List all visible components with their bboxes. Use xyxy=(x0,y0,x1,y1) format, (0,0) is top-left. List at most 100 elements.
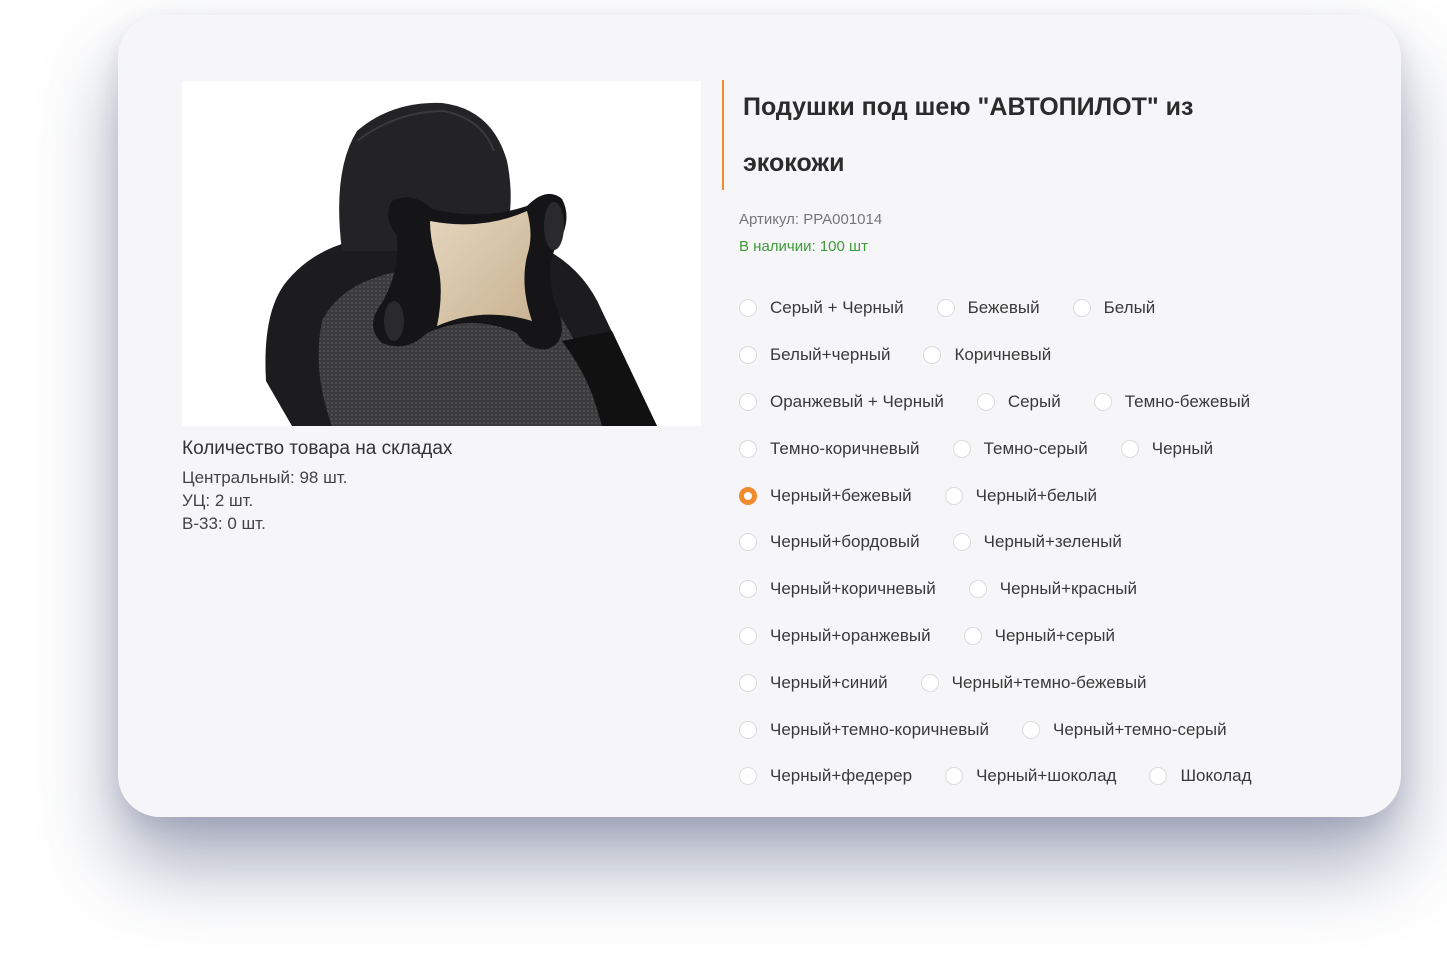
color-option[interactable]: Бежевый xyxy=(936,298,1040,318)
color-radio[interactable] xyxy=(963,626,982,645)
color-radio[interactable] xyxy=(739,392,757,411)
availability-status: В наличии: 100 шт xyxy=(739,238,868,255)
color-radio[interactable] xyxy=(976,392,995,411)
color-option-row: Оранжевый + Черный Серый Темно-бежевый xyxy=(739,379,1379,426)
color-option-label: Черный+темно-серый xyxy=(1053,719,1227,739)
color-option-label: Черный+темно-коричневый xyxy=(770,719,989,739)
product-sku: Артикул: PPA001014 xyxy=(739,211,883,228)
color-radio[interactable] xyxy=(1120,439,1139,458)
color-option[interactable]: Коричневый xyxy=(923,345,1051,365)
stock-line-uc: УЦ: 2 шт. xyxy=(182,491,254,510)
color-option-row: Черный+коричневый Черный+красный xyxy=(739,566,1379,613)
color-option[interactable]: Черный+зеленый xyxy=(952,532,1122,552)
color-option-row: Черный+синий Черный+темно-бежевый xyxy=(739,659,1379,706)
color-option[interactable]: Черный+красный xyxy=(968,579,1137,599)
color-option-label: Черный+оранжевый xyxy=(770,625,931,645)
color-option[interactable]: Темно-серый xyxy=(952,438,1088,459)
color-radio[interactable] xyxy=(739,299,757,318)
color-radio[interactable] xyxy=(944,486,963,505)
color-option-label: Черный+бордовый xyxy=(770,532,920,552)
color-option-label: Черный+шоколад xyxy=(976,766,1117,786)
color-option-row: Белый+черный Коричневый xyxy=(739,332,1379,379)
color-option-row: Черный+оранжевый Черный+серый xyxy=(739,613,1379,660)
color-option-label: Темно-бежевый xyxy=(1124,391,1251,411)
color-option[interactable]: Черный xyxy=(1120,438,1214,459)
color-option[interactable]: Черный+коричневый xyxy=(739,579,936,599)
color-option-label: Черный+синий xyxy=(770,672,888,692)
color-option[interactable]: Оранжевый + Черный xyxy=(739,392,944,412)
color-radio[interactable] xyxy=(739,626,757,645)
seat-with-pillow-image xyxy=(265,102,657,426)
color-radio[interactable] xyxy=(952,439,971,458)
color-option[interactable]: Черный+федерер xyxy=(739,766,912,786)
color-option[interactable]: Серый + Черный xyxy=(739,298,904,318)
color-option-label: Черный+серый xyxy=(994,625,1116,645)
color-option[interactable]: Черный+бежевый xyxy=(739,486,912,506)
color-radio[interactable] xyxy=(952,533,971,552)
color-option-label: Темно-коричневый xyxy=(770,438,920,458)
color-option[interactable]: Черный+темно-бежевый xyxy=(920,672,1147,693)
color-radio[interactable] xyxy=(945,767,964,786)
stock-line-central: Центральный: 98 шт. xyxy=(182,468,348,487)
stock-title: Количество товара на складах xyxy=(182,438,453,459)
color-option-label: Темно-серый xyxy=(983,438,1088,458)
product-title: Подушки под шею "АВТОПИЛОТ" из экокожи xyxy=(743,93,1194,177)
color-option-label: Черный+коричневый xyxy=(770,579,936,599)
color-option-label: Черный+белый xyxy=(975,485,1097,505)
color-radio[interactable] xyxy=(739,533,757,552)
color-option-label: Черный+зеленый xyxy=(983,532,1122,552)
color-option-label: Черный+федерер xyxy=(770,766,913,786)
color-radio[interactable] xyxy=(739,673,757,692)
color-option[interactable]: Серый xyxy=(976,391,1061,412)
color-radio[interactable] xyxy=(739,346,757,365)
color-radio[interactable] xyxy=(1093,392,1112,411)
color-option[interactable]: Темно-коричневый xyxy=(739,439,920,459)
color-radio[interactable] xyxy=(1149,767,1168,786)
color-option-label: Оранжевый + Черный xyxy=(770,391,944,411)
color-option[interactable]: Черный+синий xyxy=(739,673,888,693)
color-radio[interactable] xyxy=(968,580,987,599)
color-option[interactable]: Белый+черный xyxy=(739,345,890,365)
color-option-row: Черный+темно-коричневый Черный+темно-серы… xyxy=(739,706,1379,753)
color-option-label: Черный+красный xyxy=(999,579,1137,599)
color-option[interactable]: Темно-бежевый xyxy=(1093,391,1251,412)
product-image xyxy=(182,81,701,426)
color-option-label: Бежевый xyxy=(967,298,1040,318)
stock-line-v33: В-33: 0 шт. xyxy=(182,514,266,533)
color-radio[interactable] xyxy=(1072,299,1091,318)
color-option-row: Черный+бежевый Черный+белый xyxy=(739,472,1379,519)
color-option-row: Серый + Черный Бежевый Белый xyxy=(739,285,1379,332)
color-option[interactable]: Черный+темно-серый xyxy=(1022,720,1227,740)
color-option-row: Черный+бордовый Черный+зеленый xyxy=(739,519,1379,566)
color-option[interactable]: Черный+темно-коричневый xyxy=(739,720,989,740)
color-options: Серый + Черный Бежевый Белый Белый+черный Ко… xyxy=(739,285,1379,800)
color-radio[interactable] xyxy=(739,720,757,739)
color-option-label: Черный+темно-бежевый xyxy=(951,672,1147,692)
color-radio[interactable] xyxy=(739,580,757,599)
color-option[interactable]: Черный+серый xyxy=(963,625,1116,646)
color-option[interactable]: Белый xyxy=(1072,298,1156,318)
color-radio[interactable] xyxy=(923,346,942,365)
color-option-label: Шоколад xyxy=(1180,766,1252,786)
color-radio[interactable] xyxy=(739,486,757,505)
color-option-label: Серый xyxy=(1007,391,1061,411)
warehouse-stock: Количество товара на складах Центральный… xyxy=(182,436,701,535)
color-option[interactable]: Черный+белый xyxy=(944,485,1097,506)
color-option[interactable]: Шоколад xyxy=(1149,766,1252,786)
color-option-label: Серый + Черный xyxy=(770,298,904,318)
color-radio[interactable] xyxy=(1022,720,1040,739)
color-radio[interactable] xyxy=(920,673,939,692)
color-option-row: Черный+федерер Черный+шоколад Шоколад xyxy=(739,753,1379,800)
color-option-label: Черный+бежевый xyxy=(770,485,912,505)
color-option[interactable]: Черный+оранжевый xyxy=(739,626,931,646)
color-option-label: Коричневый xyxy=(954,345,1052,365)
color-radio[interactable] xyxy=(739,439,757,458)
color-option-label: Белый xyxy=(1103,298,1156,318)
title-accent-bar xyxy=(722,80,724,190)
product-card: Количество товара на складах Центральный… xyxy=(118,15,1401,817)
color-radio[interactable] xyxy=(936,299,955,318)
color-option-label: Черный xyxy=(1151,438,1214,458)
color-option[interactable]: Черный+бордовый xyxy=(739,532,920,552)
color-radio[interactable] xyxy=(739,767,757,786)
color-option[interactable]: Черный+шоколад xyxy=(945,766,1116,786)
